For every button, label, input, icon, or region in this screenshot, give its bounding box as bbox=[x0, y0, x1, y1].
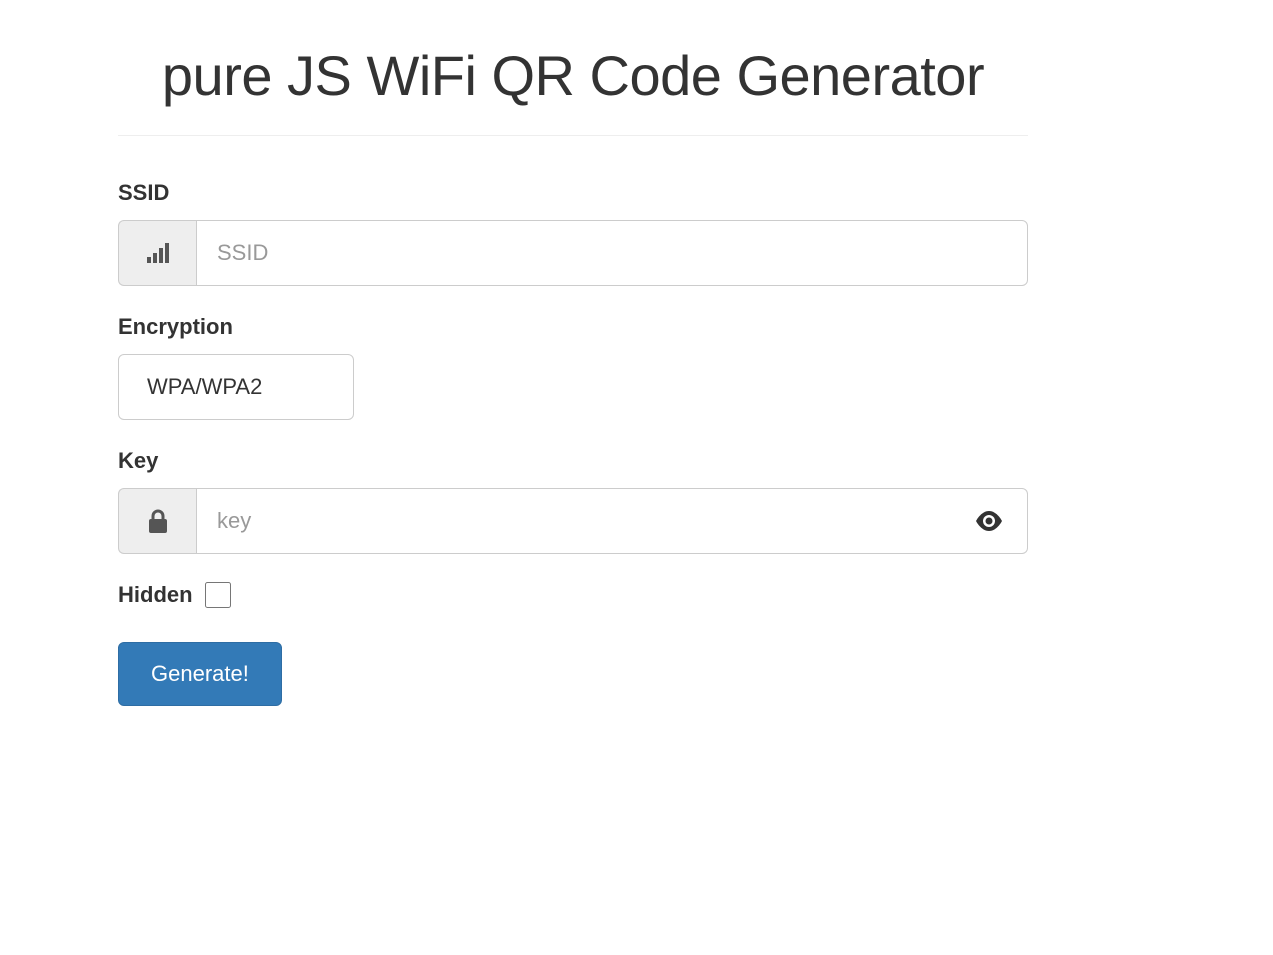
hidden-label: Hidden bbox=[118, 582, 193, 608]
divider bbox=[118, 135, 1028, 136]
lock-icon bbox=[118, 488, 196, 554]
signal-icon bbox=[118, 220, 196, 286]
hidden-group: Hidden bbox=[118, 582, 1028, 608]
hidden-checkbox[interactable] bbox=[205, 582, 231, 608]
encryption-group: Encryption WPA/WPA2 bbox=[118, 314, 1028, 420]
key-input-group bbox=[118, 488, 1028, 554]
encryption-select[interactable]: WPA/WPA2 bbox=[118, 354, 354, 420]
page-title: pure JS WiFi QR Code Generator bbox=[118, 40, 1028, 113]
ssid-group: SSID bbox=[118, 180, 1028, 286]
key-label: Key bbox=[118, 448, 1028, 474]
ssid-input-group bbox=[118, 220, 1028, 286]
key-group: Key bbox=[118, 448, 1028, 554]
encryption-label: Encryption bbox=[118, 314, 1028, 340]
eye-icon bbox=[975, 511, 1003, 531]
key-input[interactable] bbox=[196, 488, 950, 554]
ssid-input[interactable] bbox=[196, 220, 1028, 286]
generate-button[interactable]: Generate! bbox=[118, 642, 282, 706]
ssid-label: SSID bbox=[118, 180, 1028, 206]
toggle-visibility-button[interactable] bbox=[950, 488, 1028, 554]
